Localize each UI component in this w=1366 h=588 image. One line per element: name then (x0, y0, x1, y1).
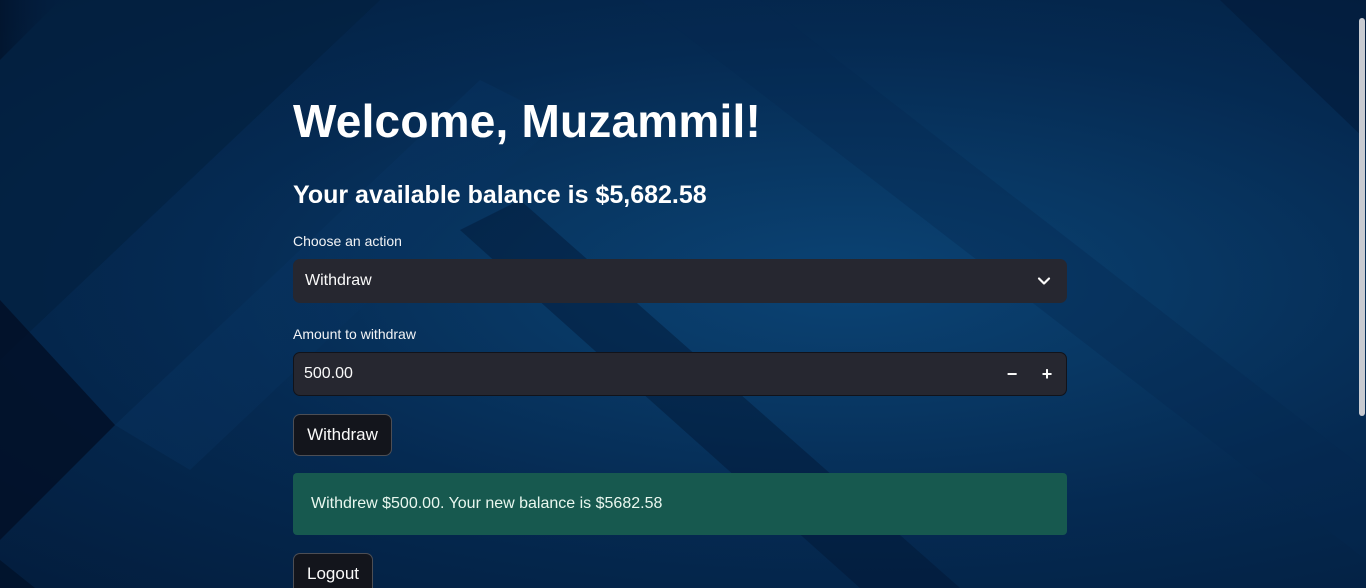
decrement-button[interactable]: − (996, 356, 1028, 392)
increment-button[interactable]: + (1031, 356, 1063, 392)
scrollbar[interactable] (1358, 0, 1366, 588)
withdraw-button[interactable]: Withdraw (293, 414, 392, 456)
minus-icon: − (1006, 363, 1018, 384)
action-select[interactable]: Withdraw (293, 259, 1067, 303)
balance-heading: Your available balance is $5,682.58 (293, 181, 707, 209)
plus-icon: + (1041, 363, 1053, 384)
success-alert-message: Withdrew $500.00. Your new balance is $5… (311, 495, 663, 512)
amount-number-field: − + (293, 352, 1067, 396)
action-select-value: Withdraw (305, 272, 372, 289)
amount-input[interactable] (294, 353, 994, 395)
chevron-down-icon[interactable] (1035, 272, 1053, 290)
amount-label: Amount to withdraw (293, 326, 416, 342)
logout-button[interactable]: Logout (293, 553, 373, 588)
scrollbar-thumb[interactable] (1359, 18, 1365, 416)
welcome-heading: Welcome, Muzammil! (293, 95, 761, 147)
success-alert: Withdrew $500.00. Your new balance is $5… (293, 473, 1067, 535)
action-label: Choose an action (293, 233, 402, 249)
